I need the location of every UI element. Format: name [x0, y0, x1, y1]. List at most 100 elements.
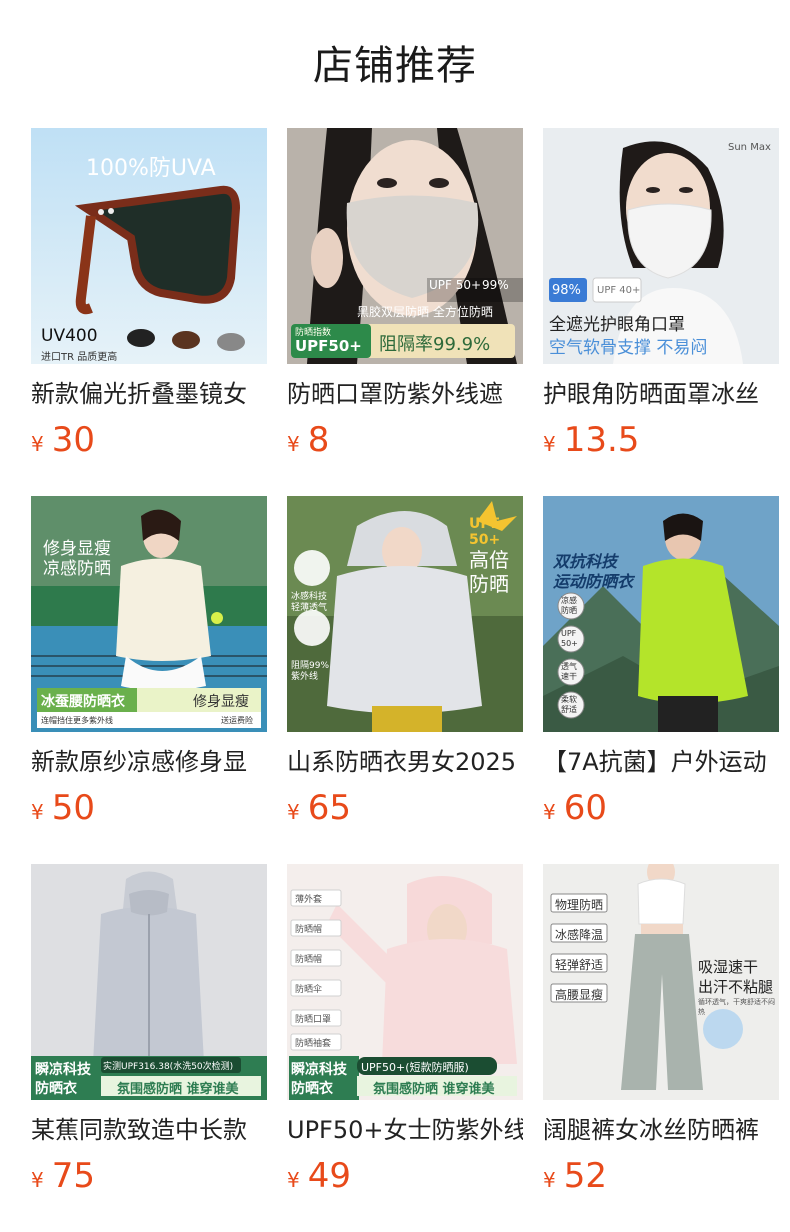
protection-percent: 98%: [552, 283, 581, 298]
product-card[interactable]: UPF 50+ 高倍 防晒 冰感科技 轻薄透气 阻隔99% 紫外线 山系防晒衣男…: [287, 496, 523, 850]
image-slogan: 氛围感防晒 谁穿谁美: [117, 1082, 239, 1097]
product-image[interactable]: 修身显瘦 凉感防晒 冰蚕腰防晒衣 修身显瘦 连帽挡住更多紫外线 送运费险: [31, 496, 267, 732]
product-title[interactable]: 新款偏光折叠墨镜女: [31, 378, 267, 410]
tag-label: 高腰显瘦: [555, 988, 604, 1002]
product-price: ¥8: [287, 420, 523, 460]
image-sub: 送运费险: [221, 716, 253, 725]
feature-circle: UPF 50+: [561, 629, 578, 648]
product-image[interactable]: 物理防晒 冰感降温 轻弹舒适 高腰显瘦 吸湿速干 出汗不粘腿 循环透气，干爽舒适…: [543, 864, 779, 1100]
icon-label: 薄外套: [295, 895, 323, 905]
image-headline: 防晒: [469, 572, 509, 596]
image-headline: 凉感防晒: [43, 559, 111, 579]
page-title: 店铺推荐: [313, 43, 477, 89]
product-card[interactable]: UPF 50+ 99% 黑胶双层防晒 全方位防晒 防晒指数 UPF50+ 阻隔率…: [287, 128, 523, 482]
icon-label: 防晒袖套: [295, 1039, 332, 1049]
image-badge: UV400: [41, 326, 98, 346]
product-title[interactable]: 【7A抗菌】户外运动: [543, 746, 779, 778]
product-card[interactable]: 瞬凉科技 防晒衣 实测UPF316.38(水洗50次检测) 氛围感防晒 谁穿谁美…: [31, 864, 267, 1218]
product-card[interactable]: 100%防UVA UV400 进口TR 品质更高 新款偏光折叠墨镜女 ¥30: [31, 128, 267, 482]
product-card[interactable]: 薄外套 防晒帽 防晒帽 防晒伞 防晒口罩 防晒袖套 瞬凉科技 防晒衣 UPF50…: [287, 864, 523, 1218]
image-headline: 运动防晒衣: [553, 572, 634, 591]
product-price: ¥75: [31, 1156, 267, 1196]
icon-label: 防晒帽: [295, 955, 323, 965]
image-badge: 修身显瘦: [193, 694, 249, 710]
product-title[interactable]: 护眼角防晒面罩冰丝: [543, 378, 779, 410]
product-image[interactable]: 双抗科技 运动防晒衣 凉感防晒 UPF 50+ 透气速干 柔软舒适: [543, 496, 779, 732]
image-badge: 冰蚕腰防晒衣: [41, 694, 125, 710]
image-badge: 防晒衣: [35, 1081, 77, 1097]
price-value: 52: [563, 1156, 607, 1196]
product-image[interactable]: 薄外套 防晒帽 防晒帽 防晒伞 防晒口罩 防晒袖套 瞬凉科技 防晒衣 UPF50…: [287, 864, 523, 1100]
price-value: 13.5: [563, 420, 640, 460]
image-headline: 出汗不粘腿: [698, 978, 774, 996]
price-value: 30: [51, 420, 95, 460]
brand-label: Sun Max: [728, 142, 771, 153]
price-value: 50: [51, 788, 95, 828]
image-line1: 全遮光护眼角口罩: [549, 315, 685, 335]
block-rate: 阻隔率99.9%: [379, 334, 491, 355]
icon-label: 防晒帽: [295, 925, 323, 935]
product-image[interactable]: 瞬凉科技 防晒衣 实测UPF316.38(水洗50次检测) 氛围感防晒 谁穿谁美: [31, 864, 267, 1100]
price-value: 8: [307, 420, 330, 460]
image-tag: 黑胶双层防晒 全方位防晒: [357, 305, 493, 319]
product-price: ¥65: [287, 788, 523, 828]
price-value: 65: [307, 788, 351, 828]
currency-symbol: ¥: [287, 800, 300, 824]
product-price: ¥30: [31, 420, 267, 460]
product-price: ¥13.5: [543, 420, 779, 460]
image-line2: 空气软骨支撑 不易闷: [549, 338, 708, 358]
price-value: 49: [307, 1156, 351, 1196]
image-sub: 进口TR 品质更高: [41, 352, 118, 363]
image-badge: 瞬凉科技: [35, 1062, 91, 1078]
currency-symbol: ¥: [287, 1168, 300, 1192]
product-image[interactable]: Sun Max 98% UPF 40+ 全遮光护眼角口罩 空气软骨支撑 不易闷: [543, 128, 779, 364]
price-value: 75: [51, 1156, 95, 1196]
product-title[interactable]: 山系防晒衣男女2025: [287, 746, 523, 778]
product-title[interactable]: UPF50+女士防紫外线: [287, 1114, 523, 1146]
page-header: 店铺推荐: [0, 0, 790, 124]
product-image[interactable]: UPF 50+ 高倍 防晒 冰感科技 轻薄透气 阻隔99% 紫外线: [287, 496, 523, 732]
image-badge: 防晒衣: [291, 1081, 333, 1097]
product-title[interactable]: 新款原纱凉感修身显: [31, 746, 267, 778]
tag-label: 轻弹舒适: [555, 958, 604, 972]
feature-circle: 透气速干: [561, 662, 577, 681]
image-sub: 连帽挡住更多紫外线: [41, 716, 113, 725]
currency-symbol: ¥: [31, 432, 44, 456]
tag-label: 冰感降温: [555, 928, 604, 942]
product-image[interactable]: 100%防UVA UV400 进口TR 品质更高: [31, 128, 267, 364]
currency-symbol: ¥: [31, 1168, 44, 1192]
currency-symbol: ¥: [543, 1168, 556, 1192]
rate-label: 99%: [482, 278, 509, 292]
image-headline: 100%防UVA: [86, 156, 216, 181]
product-price: ¥60: [543, 788, 779, 828]
product-card[interactable]: 双抗科技 运动防晒衣 凉感防晒 UPF 50+ 透气速干 柔软舒适 【7A抗菌】…: [543, 496, 779, 850]
product-title[interactable]: 防晒口罩防紫外线遮: [287, 378, 523, 410]
product-title[interactable]: 阔腿裤女冰丝防晒裤: [543, 1114, 779, 1146]
feature-label: 紫外线: [291, 672, 319, 682]
test-label: 实测UPF316.38(水洗50次检测): [103, 1062, 234, 1072]
product-price: ¥49: [287, 1156, 523, 1196]
upf-label: UPF 40+: [597, 285, 641, 296]
product-card[interactable]: 物理防晒 冰感降温 轻弹舒适 高腰显瘦 吸湿速干 出汗不粘腿 循环透气，干爽舒适…: [543, 864, 779, 1218]
image-headline: 吸湿速干: [698, 958, 759, 976]
currency-symbol: ¥: [543, 432, 556, 456]
currency-symbol: ¥: [31, 800, 44, 824]
price-value: 60: [563, 788, 607, 828]
icon-label: 防晒伞: [295, 985, 323, 995]
product-card[interactable]: 修身显瘦 凉感防晒 冰蚕腰防晒衣 修身显瘦 连帽挡住更多紫外线 送运费险 新款原…: [31, 496, 267, 850]
product-title[interactable]: 某蕉同款致造中长款: [31, 1114, 267, 1146]
image-slogan: 氛围感防晒 谁穿谁美: [373, 1082, 495, 1097]
currency-symbol: ¥: [543, 800, 556, 824]
tag-label: 物理防晒: [555, 898, 604, 912]
image-sub: 循环透气，干爽舒适不闷热: [698, 998, 775, 1016]
feature-label: 轻薄透气: [291, 603, 328, 613]
product-price: ¥52: [543, 1156, 779, 1196]
product-image[interactable]: UPF 50+ 99% 黑胶双层防晒 全方位防晒 防晒指数 UPF50+ 阻隔率…: [287, 128, 523, 364]
image-badge: 瞬凉科技: [291, 1062, 347, 1078]
currency-symbol: ¥: [287, 432, 300, 456]
product-grid: 100%防UVA UV400 进口TR 品质更高 新款偏光折叠墨镜女 ¥30 U…: [31, 128, 779, 1218]
product-price: ¥50: [31, 788, 267, 828]
product-card[interactable]: Sun Max 98% UPF 40+ 全遮光护眼角口罩 空气软骨支撑 不易闷 …: [543, 128, 779, 482]
image-badge: UPF50+: [295, 337, 362, 355]
upf-label: UPF50+(短款防晒服): [361, 1061, 469, 1074]
